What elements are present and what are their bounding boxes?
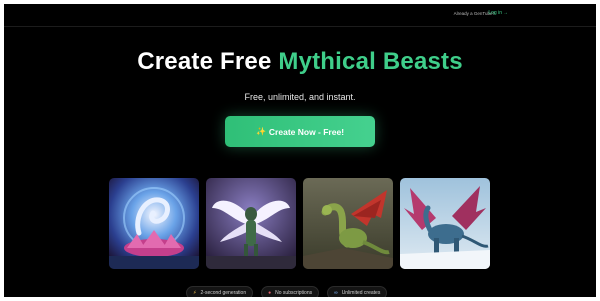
infinity-icon: ∞: [334, 290, 338, 296]
arrow-right-icon: →: [503, 10, 508, 16]
gallery-image-blue-dragon[interactable]: [400, 178, 490, 269]
feature-label: Unlimited creates: [341, 290, 381, 296]
feature-pills: ⚡ 2-second generation ● No subscriptions…: [186, 286, 388, 297]
hero-subtitle: Free, unlimited, and instant.: [244, 92, 356, 102]
hero-title-accent: Mythical Beasts: [278, 48, 463, 75]
feature-pill: ∞ Unlimited creates: [327, 286, 388, 297]
login-link[interactable]: Log in→: [488, 10, 508, 16]
feature-label: No subscriptions: [275, 290, 313, 296]
feature-pill: ● No subscriptions: [261, 286, 320, 297]
gallery-image-dragon-lotus[interactable]: [109, 178, 199, 269]
feature-pill: ⚡ 2-second generation: [186, 286, 254, 297]
dragon-lotus-illustration: [109, 178, 199, 269]
blue-dragon-illustration: [400, 178, 490, 269]
example-gallery: [109, 178, 491, 269]
create-now-label: Create Now - Free!: [268, 126, 345, 137]
gallery-image-winged-lion[interactable]: [206, 178, 296, 269]
no-subscription-icon: ●: [268, 290, 272, 296]
login-label: Log in: [488, 10, 502, 16]
green-dragon-illustration: [303, 178, 393, 269]
hero-title: Create Free Mythical Beasts: [4, 48, 596, 76]
top-nav: Already a GenTube? Log in→: [4, 4, 596, 27]
feature-label: 2-second generation: [200, 290, 247, 296]
lightning-icon: ⚡: [193, 290, 197, 296]
gallery-image-green-dragon[interactable]: [303, 178, 393, 269]
create-now-button[interactable]: ✨ Create Now - Free!: [225, 116, 375, 147]
page-frame: Already a GenTube? Log in→ Create Free M…: [4, 4, 596, 297]
hero-title-main: Create Free: [137, 48, 272, 75]
sparkles-icon: ✨: [255, 127, 266, 136]
winged-lion-illustration: [206, 178, 296, 269]
